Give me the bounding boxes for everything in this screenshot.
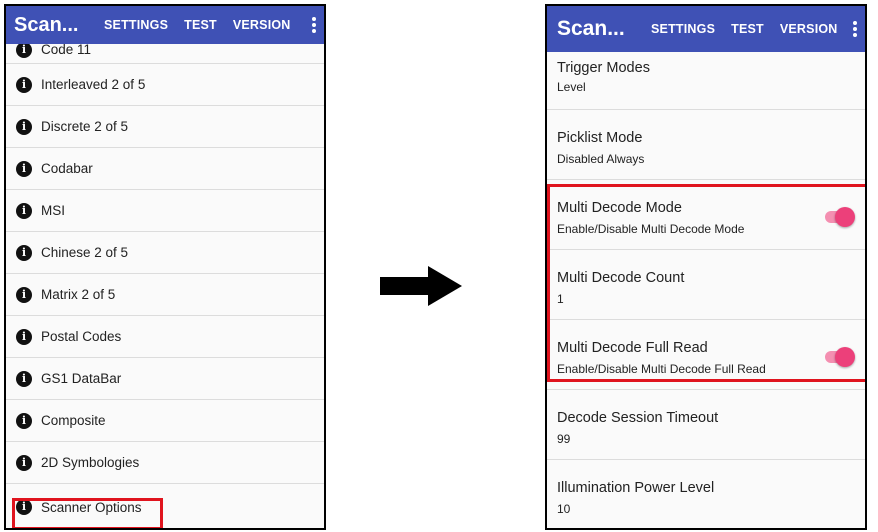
info-icon: i xyxy=(16,244,32,261)
version-menu-button[interactable]: VERSION xyxy=(233,18,291,32)
list-item-codabar[interactable]: i Codabar xyxy=(6,148,324,190)
setting-title: Illumination Power Level xyxy=(557,480,715,496)
list-item-interleaved-2of5[interactable]: i Interleaved 2 of 5 xyxy=(6,64,324,106)
app-title: Scan... xyxy=(557,17,625,40)
setting-title: Trigger Modes xyxy=(557,60,650,76)
multi-decode-full-read-toggle[interactable] xyxy=(825,347,855,367)
list-item-2d-symbologies[interactable]: i 2D Symbologies xyxy=(6,442,324,484)
list-item-scanner-options[interactable]: i Scanner Options xyxy=(6,484,324,528)
more-vert-icon[interactable] xyxy=(853,21,857,37)
info-icon: i xyxy=(16,118,32,135)
setting-value: Disabled Always xyxy=(557,152,645,166)
setting-row-illumination-power-level[interactable]: Illumination Power Level 10 xyxy=(547,460,865,528)
info-icon: i xyxy=(16,370,32,387)
list-item-label: Code 11 xyxy=(41,42,92,57)
setting-title: Multi Decode Full Read xyxy=(557,340,708,356)
info-icon: i xyxy=(16,412,32,429)
list-item-matrix-2of5[interactable]: i Matrix 2 of 5 xyxy=(6,274,324,316)
multi-decode-mode-toggle[interactable] xyxy=(825,207,855,227)
app-bar: Scan... SETTINGS TEST VERSION xyxy=(6,6,324,44)
info-icon: i xyxy=(16,454,32,471)
test-menu-button[interactable]: TEST xyxy=(731,22,764,36)
list-item-label: GS1 DataBar xyxy=(41,371,122,386)
list-item-label: Composite xyxy=(41,413,106,428)
list-item-chinese-2of5[interactable]: i Chinese 2 of 5 xyxy=(6,232,324,274)
right-phone-screen: Trigger Modes Level Picklist Mode Disabl… xyxy=(545,4,867,530)
list-item-label: 2D Symbologies xyxy=(41,455,140,470)
setting-row-picklist-mode[interactable]: Picklist Mode Disabled Always xyxy=(547,110,865,180)
list-item-composite[interactable]: i Composite xyxy=(6,400,324,442)
setting-description: Enable/Disable Multi Decode Mode xyxy=(557,222,745,236)
setting-row-multi-decode-full-read[interactable]: Multi Decode Full Read Enable/Disable Mu… xyxy=(547,320,865,390)
setting-description: Enable/Disable Multi Decode Full Read xyxy=(557,362,766,376)
toggle-knob xyxy=(835,207,855,227)
setting-value: Level xyxy=(557,80,586,94)
settings-menu-button[interactable]: SETTINGS xyxy=(104,18,168,32)
app-bar: Scan... SETTINGS TEST VERSION xyxy=(547,6,865,52)
list-item-label: Matrix 2 of 5 xyxy=(41,287,116,302)
test-menu-button[interactable]: TEST xyxy=(184,18,217,32)
setting-row-multi-decode-mode[interactable]: Multi Decode Mode Enable/Disable Multi D… xyxy=(547,180,865,250)
settings-menu-button[interactable]: SETTINGS xyxy=(651,22,715,36)
info-icon: i xyxy=(16,160,32,177)
setting-title: Multi Decode Count xyxy=(557,270,685,286)
setting-value: 10 xyxy=(557,502,571,516)
setting-row-decode-session-timeout[interactable]: Decode Session Timeout 99 xyxy=(547,390,865,460)
setting-title: Multi Decode Mode xyxy=(557,200,682,216)
setting-value: 1 xyxy=(557,292,564,306)
info-icon: i xyxy=(16,328,32,345)
info-icon: i xyxy=(16,499,32,515)
setting-title: Picklist Mode xyxy=(557,130,643,146)
setting-title: Decode Session Timeout xyxy=(557,410,719,426)
info-icon: i xyxy=(16,202,32,219)
setting-value: 99 xyxy=(557,432,571,446)
list-item-label: Scanner Options xyxy=(41,499,142,515)
more-vert-icon[interactable] xyxy=(312,17,316,33)
app-title: Scan... xyxy=(14,13,79,36)
list-item-label: MSI xyxy=(41,203,66,218)
setting-row-multi-decode-count[interactable]: Multi Decode Count 1 xyxy=(547,250,865,320)
right-arrow-icon xyxy=(380,266,462,306)
list-item-gs1-databar[interactable]: i GS1 DataBar xyxy=(6,358,324,400)
list-item-label: Codabar xyxy=(41,161,93,176)
list-item-label: Chinese 2 of 5 xyxy=(41,245,129,260)
left-phone-screen: i Code 11 i Interleaved 2 of 5 i Discret… xyxy=(4,4,326,530)
list-item-discrete-2of5[interactable]: i Discrete 2 of 5 xyxy=(6,106,324,148)
list-item-label: Discrete 2 of 5 xyxy=(41,119,129,134)
list-item-label: Postal Codes xyxy=(41,329,122,344)
list-item-label: Interleaved 2 of 5 xyxy=(41,77,146,92)
list-item-msi[interactable]: i MSI xyxy=(6,190,324,232)
version-menu-button[interactable]: VERSION xyxy=(780,22,838,36)
list-item-postal-codes[interactable]: i Postal Codes xyxy=(6,316,324,358)
info-icon: i xyxy=(16,286,32,303)
info-icon: i xyxy=(16,76,32,93)
toggle-knob xyxy=(835,347,855,367)
